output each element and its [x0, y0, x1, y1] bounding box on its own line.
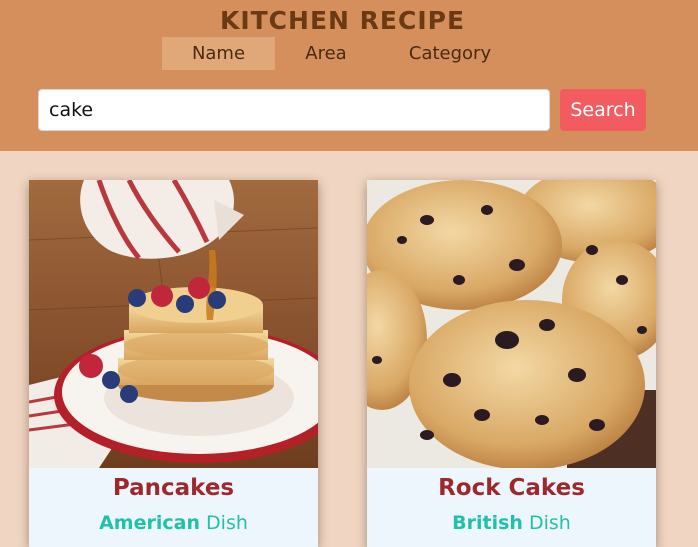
- recipe-meta-suffix: Dish: [528, 512, 571, 534]
- recipe-area: British: [452, 512, 523, 534]
- tab-area[interactable]: Area: [286, 37, 366, 70]
- recipe-card[interactable]: Rock Cakes British Dish: [367, 180, 656, 547]
- recipe-name[interactable]: Pancakes: [29, 475, 318, 501]
- recipe-card[interactable]: Pancakes American Dish: [29, 180, 318, 547]
- app-title: KITCHEN RECIPE: [219, 6, 466, 35]
- search-input[interactable]: [38, 89, 550, 131]
- recipe-meta: American Dish: [29, 512, 318, 534]
- recipe-photo-rock-cakes[interactable]: [367, 180, 656, 468]
- search-button[interactable]: Search: [560, 89, 646, 131]
- recipe-meta-suffix: Dish: [206, 512, 248, 534]
- header: KITCHEN RECIPE Name Area Category Search: [0, 0, 698, 151]
- recipe-name[interactable]: Rock Cakes: [367, 475, 656, 501]
- tab-name[interactable]: Name: [162, 37, 275, 70]
- recipe-area: American: [99, 512, 200, 534]
- tab-category[interactable]: Category: [390, 37, 510, 70]
- recipe-photo-pancakes[interactable]: [29, 180, 318, 468]
- recipe-meta: British Dish: [367, 512, 656, 534]
